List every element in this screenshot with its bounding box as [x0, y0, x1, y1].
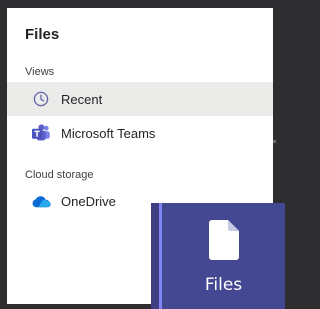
- teams-icon: [30, 122, 52, 144]
- app-bar-files-button[interactable]: Files: [151, 203, 285, 309]
- nav-item-recent[interactable]: Recent: [7, 82, 273, 116]
- clock-icon: [30, 88, 52, 110]
- divider: [273, 140, 276, 143]
- file-icon: [209, 220, 239, 265]
- nav-item-label: Recent: [61, 91, 103, 107]
- panel-title: Files: [25, 26, 60, 43]
- onedrive-icon: [30, 190, 52, 212]
- nav-item-label: Microsoft Teams: [61, 125, 156, 141]
- nav-item-label: OneDrive: [61, 193, 116, 209]
- nav-item-microsoft-teams[interactable]: Microsoft Teams: [7, 116, 273, 150]
- app-bar-label: Files: [204, 275, 243, 295]
- section-label-views: Views: [25, 66, 55, 78]
- section-label-cloud-storage: Cloud storage: [25, 169, 94, 181]
